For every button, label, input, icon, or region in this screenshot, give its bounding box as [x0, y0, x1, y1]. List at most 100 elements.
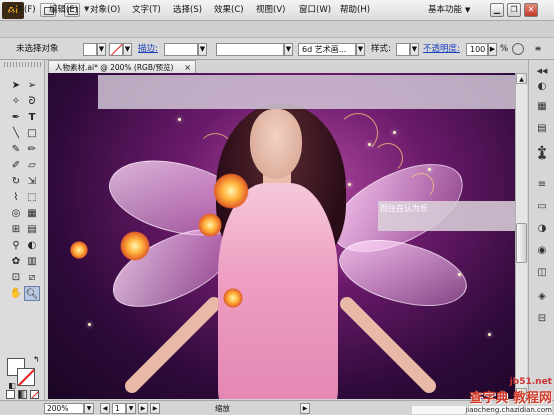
free-transform-tool-icon[interactable]: ⬚ [24, 190, 40, 205]
style-dropdown[interactable]: ▼ [410, 43, 419, 56]
collapse-panels-icon[interactable]: ◀◀ [534, 64, 550, 78]
blob-brush-tool-icon[interactable]: ✐ [8, 158, 24, 173]
none-mode-icon[interactable] [30, 390, 39, 399]
gradient-panel-icon[interactable]: ▭ [534, 200, 550, 214]
eyedropper-tool-icon[interactable]: ⚲ [8, 238, 24, 253]
style-label: 样式: [371, 44, 391, 54]
hand-tool-icon[interactable]: ✋ [8, 286, 24, 301]
rectangle-tool-icon[interactable]: □ [24, 126, 40, 141]
status-menu-icon[interactable]: ▶ [300, 403, 310, 414]
stroke-swatch[interactable] [17, 368, 35, 386]
scroll-thumb[interactable] [516, 223, 527, 263]
brush-definition-field[interactable]: 6d 艺术画... [298, 43, 356, 56]
color-panel-icon[interactable]: ◐ [534, 80, 550, 94]
stroke-weight-field[interactable] [164, 43, 198, 56]
document-tab[interactable]: 人物素材.ai* @ 200% (RGB/预览) × [48, 60, 196, 73]
rotate-tool-icon[interactable]: ↻ [8, 174, 24, 189]
workspace-switcher[interactable]: 基本功能 ▼ [424, 4, 474, 17]
selection-tool-icon[interactable]: ➤ [8, 78, 24, 93]
next-page-icon[interactable]: ▶ [138, 403, 148, 414]
gradient-mode-icon[interactable] [18, 390, 27, 399]
perspective-grid-tool-icon[interactable]: ▦ [24, 206, 40, 221]
color-guide-icon[interactable]: ▦ [534, 100, 550, 114]
swap-fill-stroke-icon[interactable]: ↰ [33, 355, 40, 364]
transparency-panel-icon[interactable]: ◑ [534, 222, 550, 236]
restore-button[interactable]: ❐ [507, 3, 521, 17]
page-dropdown[interactable]: ▼ [126, 403, 136, 414]
flower [213, 173, 249, 209]
width-tool-icon[interactable]: ⌇ [8, 190, 24, 205]
recolor-icon[interactable] [512, 43, 524, 55]
last-page-icon[interactable]: ▶ [150, 403, 160, 414]
scale-tool-icon[interactable]: ⇲ [24, 174, 40, 189]
menu-window[interactable]: 窗口(W) [299, 0, 331, 21]
paintbrush-tool-icon[interactable]: ✎ [8, 142, 24, 157]
flower [223, 288, 243, 308]
blend-tool-icon[interactable]: ◐ [24, 238, 40, 253]
workspace-label: 基本功能 [428, 5, 463, 15]
first-page-icon[interactable]: ◀ [100, 403, 110, 414]
gradient-tool-icon[interactable]: ▤ [24, 222, 40, 237]
direct-selection-tool-icon[interactable]: ➢ [24, 78, 40, 93]
menu-select[interactable]: 选择(S) [173, 0, 202, 21]
slice-tool-icon[interactable]: ⧄ [24, 270, 40, 285]
stroke-dropdown[interactable]: ▼ [123, 43, 132, 56]
shape-builder-tool-icon[interactable]: ◎ [8, 206, 24, 221]
minimize-button[interactable]: ▁ [490, 3, 504, 17]
opacity-field[interactable]: 100 [466, 43, 488, 56]
column-graph-tool-icon[interactable]: ▥ [24, 254, 40, 269]
eraser-tool-icon[interactable]: ▱ [24, 158, 40, 173]
opacity-dropdown[interactable]: ▶ [488, 43, 497, 56]
stroke-weight-dropdown[interactable]: ▼ [198, 43, 207, 56]
canvas[interactable]: 而往在认为乐 [48, 73, 515, 399]
scroll-up-icon[interactable]: ▲ [516, 73, 527, 84]
zoom-dropdown[interactable]: ▼ [84, 403, 94, 414]
line-tool-icon[interactable]: ╲ [8, 126, 24, 141]
pencil-tool-icon[interactable]: ✏ [24, 142, 40, 157]
menu-help[interactable]: 帮助(H) [340, 0, 370, 21]
type-tool-icon[interactable]: T [24, 110, 40, 125]
watermark-title: 查字典 教程网 [469, 391, 552, 406]
style-swatch[interactable] [396, 43, 410, 56]
chevron-down-icon[interactable]: ▼ [84, 5, 89, 13]
pen-tool-icon[interactable]: ✒ [8, 110, 24, 125]
vertical-scrollbar[interactable]: ▲ ▼ [515, 73, 527, 399]
sparkle [348, 183, 351, 186]
menu-view[interactable]: 视图(V) [256, 0, 285, 21]
zoom-field[interactable]: 200% [44, 403, 84, 414]
menu-type[interactable]: 文字(T) [132, 0, 161, 21]
watermark-url: jiaocheng.chazidian.com [412, 406, 552, 414]
close-button[interactable]: ✕ [524, 3, 538, 17]
variable-width-dropdown[interactable]: ▼ [284, 43, 293, 56]
menu-effect[interactable]: 效果(C) [214, 0, 244, 21]
zoom-tool-icon[interactable]: 🔍︎ [24, 286, 40, 301]
stroke-panel-icon[interactable]: ≡ [534, 178, 550, 192]
stroke-color-box[interactable] [109, 43, 123, 56]
appearance-panel-icon[interactable]: ◉ [534, 244, 550, 258]
opacity-label[interactable]: 不透明度: [423, 38, 460, 60]
stroke-label[interactable]: 描边: [138, 38, 158, 60]
mesh-tool-icon[interactable]: ⊞ [8, 222, 24, 237]
graphic-styles-icon[interactable]: ◫ [534, 266, 550, 280]
menu-edit[interactable]: 编辑(E) [49, 0, 78, 21]
menu-object[interactable]: 对象(O) [90, 0, 120, 21]
variable-width-field[interactable] [216, 43, 284, 56]
swatches-panel-icon[interactable]: ▤ [534, 122, 550, 136]
panel-grip[interactable] [4, 62, 41, 67]
artboard-tool-icon[interactable]: ⊡ [8, 270, 24, 285]
fill-dropdown[interactable]: ▼ [97, 43, 106, 56]
symbols-panel-icon[interactable]: ♣ [534, 150, 550, 164]
sparkle [428, 168, 431, 171]
panel-menu-icon[interactable]: ≡ [530, 44, 546, 54]
brush-dropdown[interactable]: ▼ [356, 43, 365, 56]
draw-mode-icon[interactable]: ◧ [6, 378, 18, 393]
magic-wand-tool-icon[interactable]: ✧ [8, 94, 24, 109]
symbol-sprayer-tool-icon[interactable]: ✿ [8, 254, 24, 269]
menu-file[interactable]: 文件(F) [7, 0, 36, 21]
layers-panel-icon[interactable]: ◈ [534, 290, 550, 304]
page-field[interactable]: 1 [112, 403, 126, 414]
artboards-panel-icon[interactable]: ⊟ [534, 312, 550, 326]
fill-color-box[interactable] [83, 43, 97, 56]
flower [198, 213, 222, 237]
lasso-tool-icon[interactable]: ᘐ [24, 94, 40, 109]
